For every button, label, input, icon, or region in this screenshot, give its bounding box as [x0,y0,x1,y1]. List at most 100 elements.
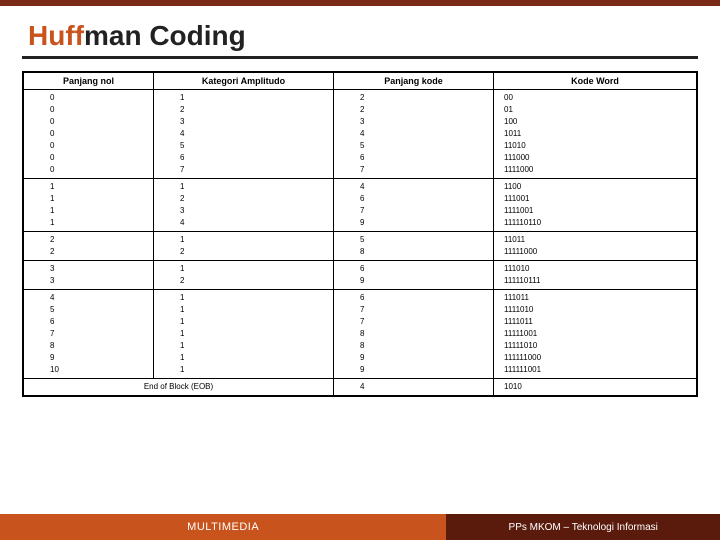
cell: 2 [154,104,334,116]
cell: 11111010 [494,340,697,352]
cell: 1 [154,261,334,276]
cell: 4 [154,128,334,140]
cell: 1011 [494,128,697,140]
cell: 3 [24,275,154,290]
cell: 9 [334,364,494,379]
cell: 7 [334,316,494,328]
table-row: 6171111011 [24,316,697,328]
cell: 8 [334,340,494,352]
cell: 1 [154,340,334,352]
cell: 2 [154,275,334,290]
cell: 9 [24,352,154,364]
cell: 0 [24,116,154,128]
col-header: Kategori Amplitudo [154,73,334,90]
cell: 111111000 [494,352,697,364]
cell: 4 [154,217,334,232]
cell: 0 [24,104,154,116]
table-row: 1141100 [24,179,697,194]
cell: 8 [334,246,494,261]
table-row: 21511011 [24,232,697,247]
cell: 1 [154,352,334,364]
cell: 8 [334,328,494,340]
cell: 7 [334,164,494,179]
table-row: 416111011 [24,290,697,305]
cell: 111110110 [494,217,697,232]
cell: 8 [24,340,154,352]
cell: 6 [334,290,494,305]
cell: 2 [334,90,494,105]
table-row: 22811111000 [24,246,697,261]
col-header: Panjang nol [24,73,154,90]
cell: 0 [24,90,154,105]
table-row: 02201 [24,104,697,116]
cell: 1111010 [494,304,697,316]
cell: 1 [24,217,154,232]
cell: 111000 [494,152,697,164]
cell: 7 [334,205,494,217]
cell: 0 [24,152,154,164]
table-row: 149111110110 [24,217,697,232]
cell: 111001 [494,193,697,205]
cell: 0 [24,128,154,140]
table-row: 316111010 [24,261,697,276]
cell: 111110111 [494,275,697,290]
footer-bar: MULTIMEDIA PPs MKOM – Teknologi Informas… [0,514,720,540]
cell: 0 [24,164,154,179]
footer-left: MULTIMEDIA [0,514,446,540]
cell: 3 [154,116,334,128]
cell: 1 [154,90,334,105]
cell: 9 [334,217,494,232]
cell: 2 [24,232,154,247]
cell: 6 [334,261,494,276]
cell: 2 [154,193,334,205]
cell: 100 [494,116,697,128]
cell: 1100 [494,179,697,194]
cell: 3 [24,261,154,276]
table-row: 1371111001 [24,205,697,217]
cell: 5 [154,140,334,152]
cell: 1 [154,316,334,328]
cell: 3 [154,205,334,217]
table-header-row: Panjang nol Kategori Amplitudo Panjang k… [24,73,697,90]
table-row: 329111110111 [24,275,697,290]
table-row: 71811111001 [24,328,697,340]
cell: 4 [334,179,494,194]
cell: 2 [334,104,494,116]
table-row: 919111111000 [24,352,697,364]
cell: 3 [334,116,494,128]
cell: 11111000 [494,246,697,261]
cell: 1 [154,232,334,247]
page-title: Huffman Coding [28,20,720,52]
cell: 4 [24,290,154,305]
cell: 7 [154,164,334,179]
table-row: 01200 [24,90,697,105]
cell: 1 [24,193,154,205]
title-rule [22,56,698,59]
table-row: 1019111111001 [24,364,697,379]
cell: 10 [24,364,154,379]
cell: 1 [154,179,334,194]
table-row: 05511010 [24,140,697,152]
cell: 1 [24,179,154,194]
cell: 1111011 [494,316,697,328]
title-accent: Huff [28,20,84,51]
cell: 1 [154,290,334,305]
cell: 6 [24,316,154,328]
top-accent-bar [0,0,720,6]
cell: 111111001 [494,364,697,379]
cell: 1111001 [494,205,697,217]
cell: 6 [334,152,494,164]
eob-cell: End of Block (EOB) [24,379,334,396]
cell: 5 [334,232,494,247]
col-header: Panjang kode [334,73,494,90]
cell: 6 [334,193,494,205]
table-row: 033100 [24,116,697,128]
table-row: 5171111010 [24,304,697,316]
cell: 1 [154,364,334,379]
table-row: 0441011 [24,128,697,140]
cell: 4 [334,128,494,140]
table-row: 81811111010 [24,340,697,352]
cell: 9 [334,275,494,290]
cell: 0 [24,140,154,152]
cell: 5 [24,304,154,316]
